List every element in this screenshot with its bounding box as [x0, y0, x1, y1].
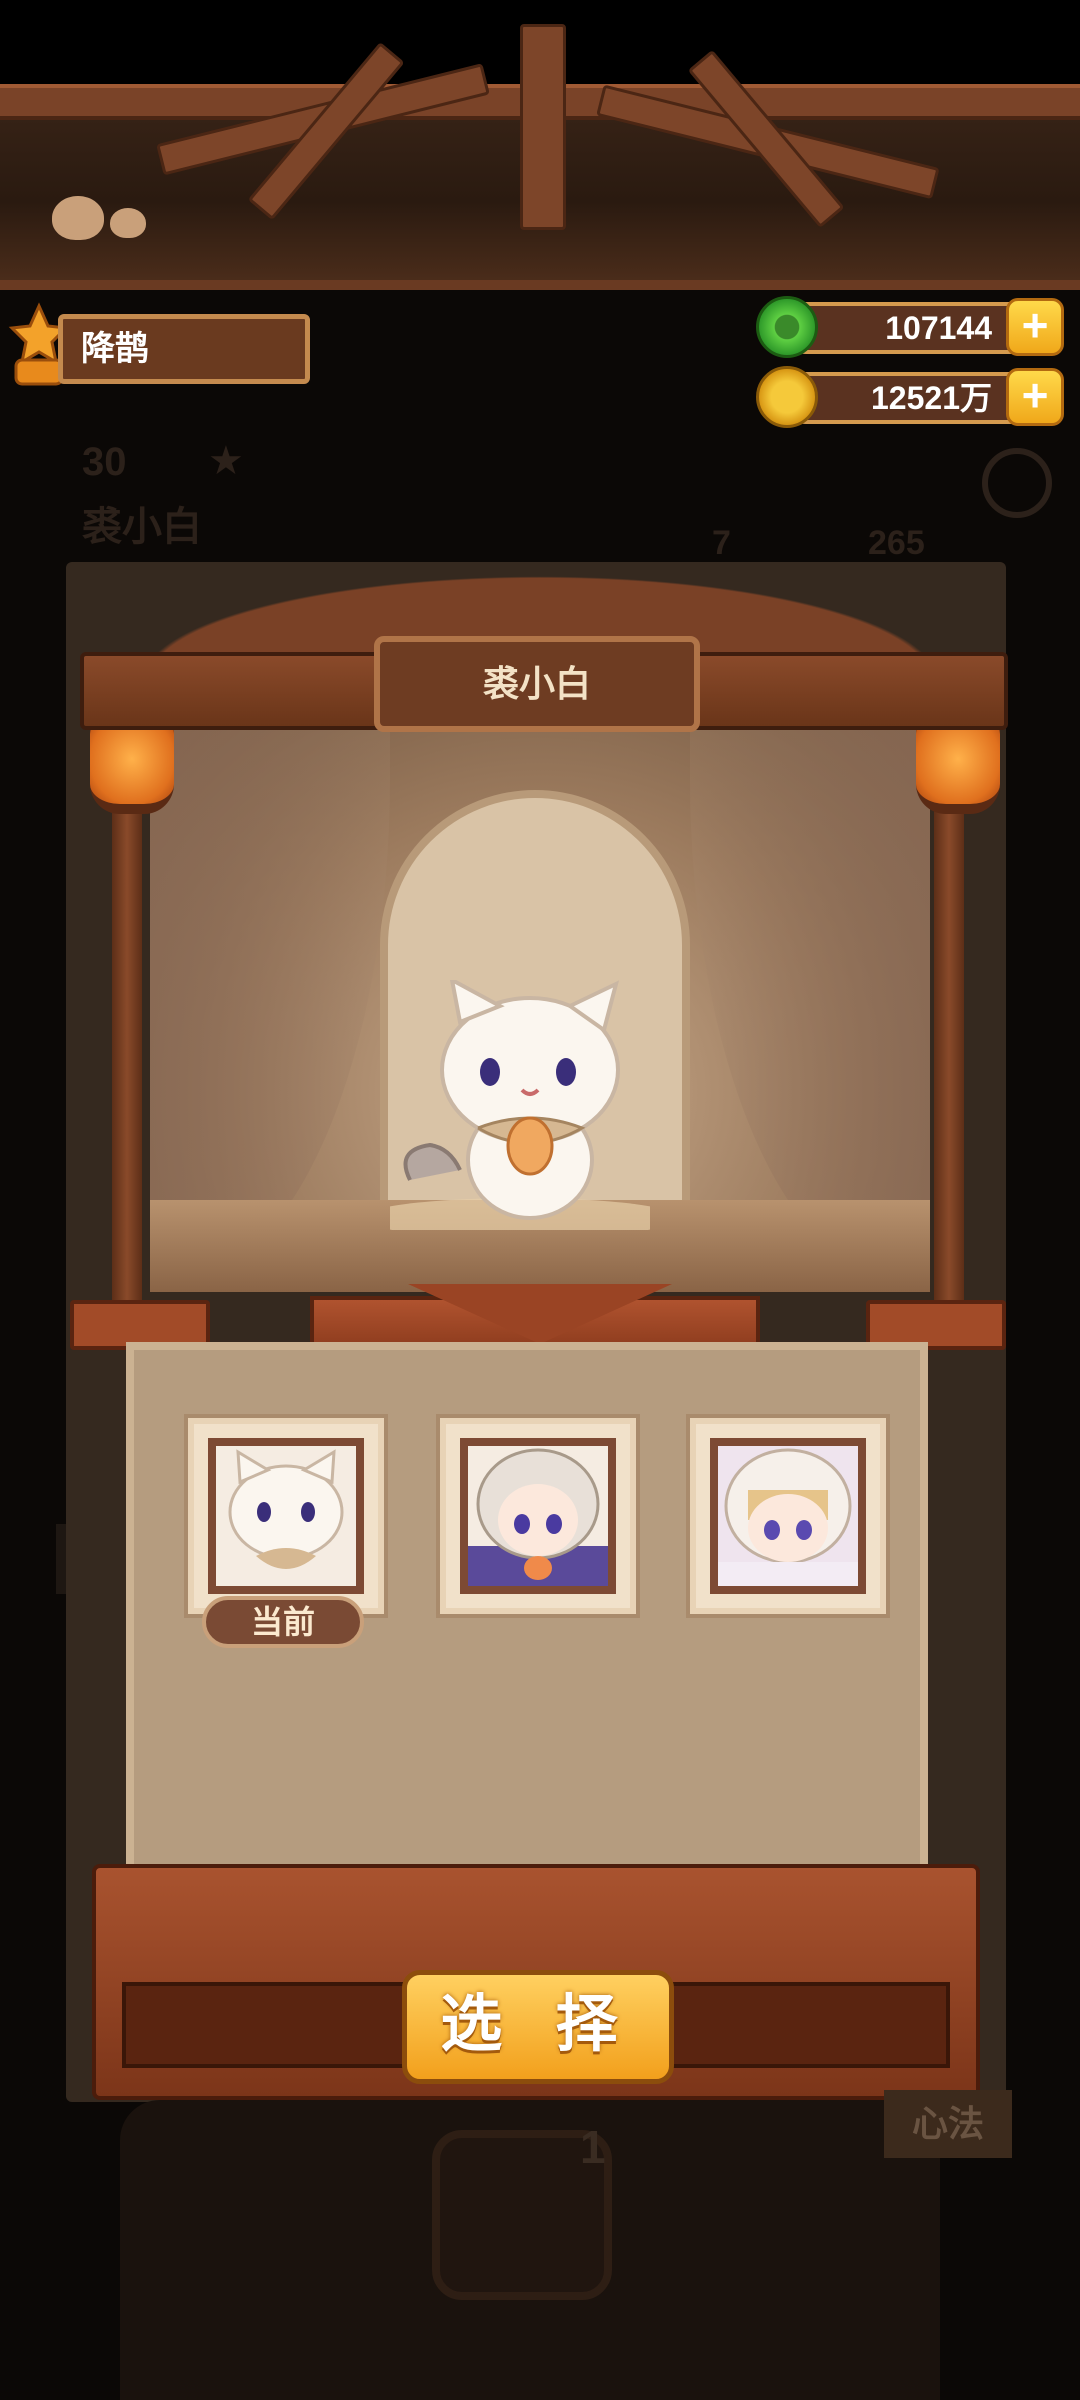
background-bottom-number: 1: [580, 2121, 606, 2173]
xinfa-label: 心法: [911, 2103, 984, 2144]
add-gold-button[interactable]: +: [1006, 368, 1064, 426]
hooded-girl-purple-portrait: [468, 1448, 608, 1586]
white-cat-portrait: [228, 1449, 344, 1569]
skin-card-hooded-girl-purple[interactable]: [440, 1418, 636, 1614]
current-skin-tag: 当前: [202, 1596, 364, 1648]
character-title: 裘小白: [482, 663, 591, 704]
select-button[interactable]: 选 择: [402, 1970, 674, 2084]
white-cat-character: [390, 980, 650, 1230]
background-stat-b: 265: [868, 524, 925, 562]
roof-beam-scene: [0, 24, 1080, 290]
background-character-name: 裘小白: [82, 505, 202, 549]
skin-card-hooded-girl-white[interactable]: [690, 1418, 886, 1614]
background-ring-icon: [982, 448, 1052, 518]
chick-icon: [52, 196, 104, 240]
player-name: 降鹊: [81, 330, 149, 368]
select-button-label: 选 择: [440, 1990, 636, 2059]
gold-amount: 12521万: [871, 380, 992, 416]
gold-coin-icon: [756, 366, 818, 428]
chick-icon: [110, 208, 146, 238]
skin-card-white-cat[interactable]: [188, 1418, 384, 1614]
character-title-plate: 裘小白: [374, 636, 700, 732]
current-skin-label: 当前: [250, 1604, 315, 1640]
background-star-icon: ★: [208, 439, 244, 483]
xinfa-button[interactable]: 心法: [884, 2090, 1012, 2158]
background-stat-a: 7: [712, 524, 731, 562]
add-jade-button[interactable]: +: [1006, 298, 1064, 356]
jade-amount: 107144: [885, 310, 992, 346]
background-level: 30: [82, 440, 127, 484]
jade-coin-icon: [756, 296, 818, 358]
player-name-plate[interactable]: 降鹊: [58, 314, 310, 384]
hooded-girl-white-portrait: [718, 1446, 858, 1586]
